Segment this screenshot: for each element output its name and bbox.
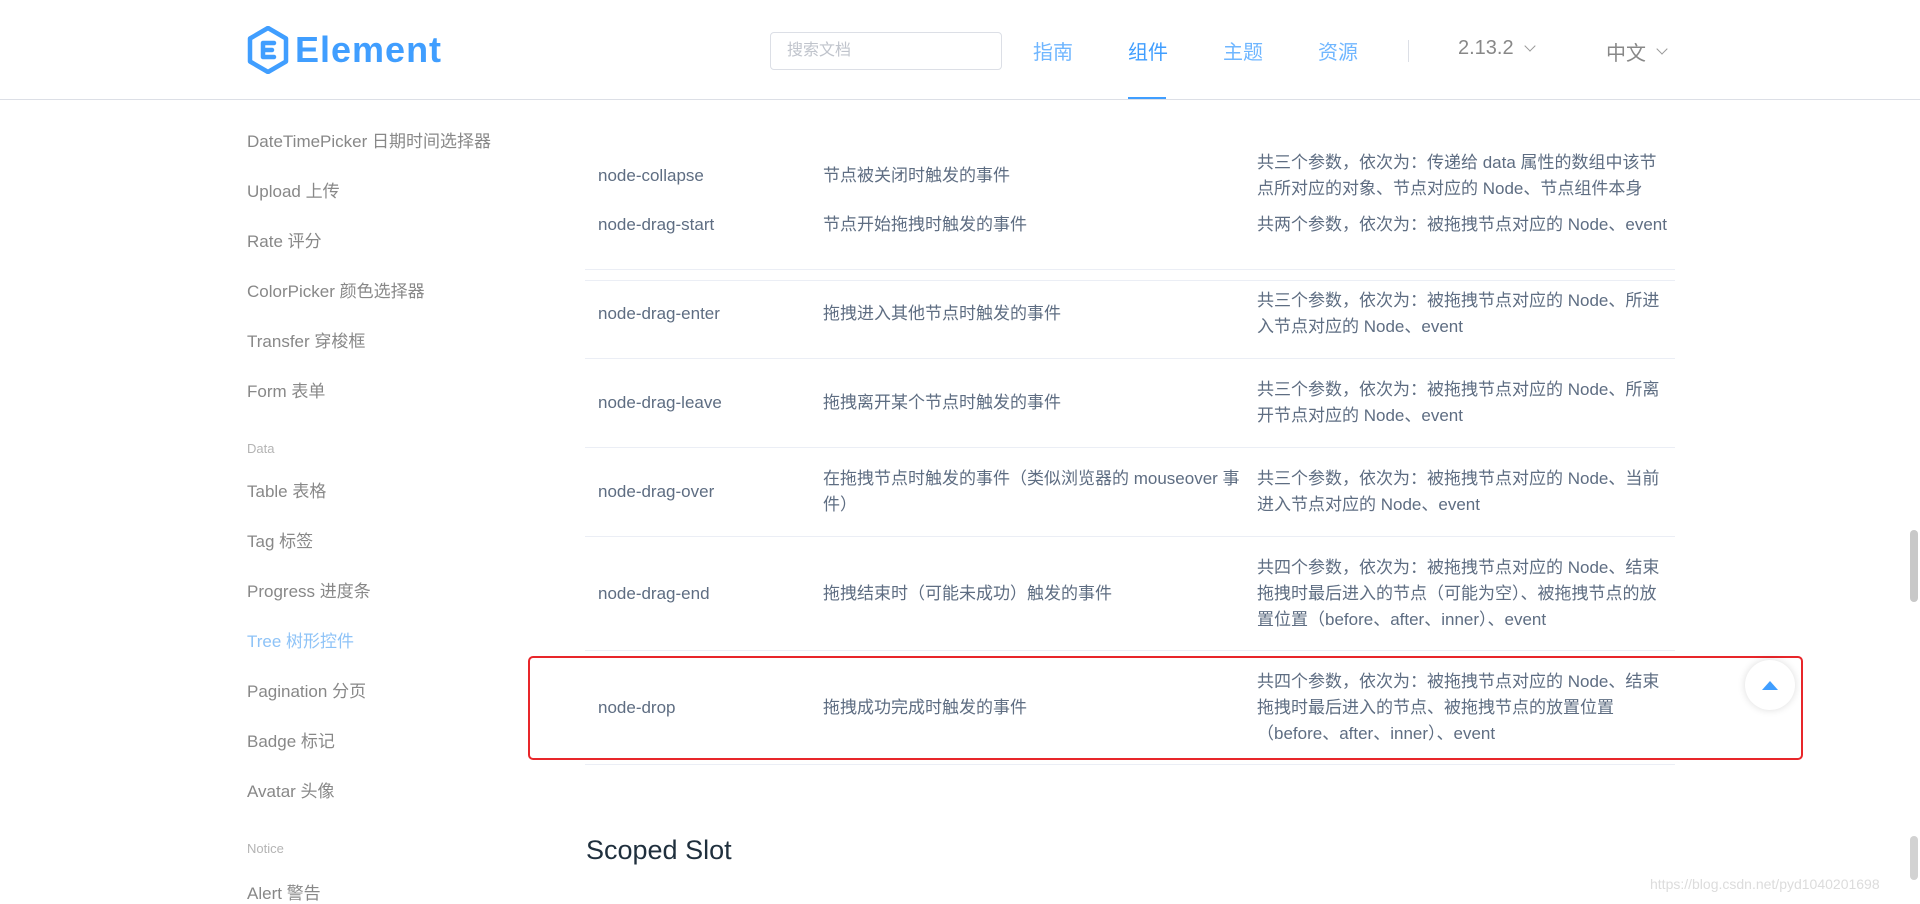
nav-guide[interactable]: 指南 xyxy=(1033,36,1073,65)
top-header: Element 指南 组件 主题 资源 2.13.2 中文 xyxy=(0,0,1920,100)
sidebar-item-alert[interactable]: Alert 警告 xyxy=(247,879,321,904)
nav-theme[interactable]: 主题 xyxy=(1223,36,1263,65)
event-params: 共四个参数，依次为：被拖拽节点对应的 Node、结束拖拽时最后进入的节点、被拖拽… xyxy=(1257,671,1660,743)
sidebar-group-data: Data xyxy=(247,441,275,456)
sidebar-item-upload[interactable]: Upload 上传 xyxy=(247,177,340,202)
chevron-down-icon xyxy=(1656,43,1668,55)
nav-divider xyxy=(1408,40,1409,62)
event-description: 拖拽离开某个节点时触发的事件 xyxy=(823,393,1061,412)
back-to-top-button[interactable] xyxy=(1745,660,1795,710)
search-input[interactable] xyxy=(770,32,1002,70)
nav-resource[interactable]: 资源 xyxy=(1318,36,1358,65)
table-row: node-drop 拖拽成功完成时触发的事件 共四个参数，依次为：被拖拽节点对应… xyxy=(585,651,1675,765)
watermark: https://blog.csdn.net/pyd1040201698 xyxy=(1650,876,1880,892)
section-title: Scoped Slot xyxy=(586,835,732,865)
event-params: 共三个参数，依次为：被拖拽节点对应的 Node、当前进入节点对应的 Node、e… xyxy=(1257,469,1660,514)
language-label: 中文 xyxy=(1606,43,1646,65)
language-dropdown[interactable]: 中文 xyxy=(1606,37,1668,66)
event-params: 共三个参数，依次为：被拖拽节点对应的 Node、所进入节点对应的 Node、ev… xyxy=(1257,291,1660,336)
sidebar-item-rate[interactable]: Rate 评分 xyxy=(247,227,322,252)
event-description: 节点开始拖拽时触发的事件 xyxy=(823,215,1027,234)
sidebar-item-badge[interactable]: Badge 标记 xyxy=(247,727,335,752)
active-nav-indicator xyxy=(1128,97,1166,99)
element-logo[interactable]: Element xyxy=(247,24,442,76)
table-row: node-drag-enter 拖拽进入其他节点时触发的事件 共三个参数，依次为… xyxy=(585,270,1675,359)
table-row: node-drag-over 在拖拽节点时触发的事件（类似浏览器的 mouseo… xyxy=(585,448,1675,537)
sidebar-item-colorpicker[interactable]: ColorPicker 颜色选择器 xyxy=(247,277,425,302)
sidebar-item-tag[interactable]: Tag 标签 xyxy=(247,527,313,552)
caret-up-icon xyxy=(1762,680,1778,690)
sidebar-item-datetimepicker[interactable]: DateTimePicker 日期时间选择器 xyxy=(247,127,491,152)
event-name: node-drag-end xyxy=(598,583,710,603)
event-description: 拖拽进入其他节点时触发的事件 xyxy=(823,304,1061,323)
element-logo-icon xyxy=(247,26,289,74)
event-name: node-drag-over xyxy=(598,482,715,501)
event-name: node-drag-start xyxy=(598,215,715,234)
event-params: 共两个参数，依次为：被拖拽节点对应的 Node、event xyxy=(1257,215,1667,234)
event-description: 在拖拽节点时触发的事件（类似浏览器的 mouseover 事件） xyxy=(823,469,1240,514)
sidebar-item-table[interactable]: Table 表格 xyxy=(247,477,326,502)
logo-text: Element xyxy=(295,29,443,70)
sidebar-item-tree[interactable]: Tree 树形控件 xyxy=(247,627,354,652)
sidebar-item-progress[interactable]: Progress 进度条 xyxy=(247,577,371,602)
event-name: node-drop xyxy=(598,697,676,717)
event-params: 共四个参数，依次为：被拖拽节点对应的 Node、结束拖拽时最后进入的节点（可能为… xyxy=(1257,557,1660,629)
event-params: 共三个参数，依次为：被拖拽节点对应的 Node、所离开节点对应的 Node、ev… xyxy=(1257,380,1660,425)
event-name: node-drag-leave xyxy=(598,393,722,412)
event-description: 拖拽成功完成时触发的事件 xyxy=(823,697,1027,717)
table-row: node-drag-start 节点开始拖拽时触发的事件 共两个参数，依次为：被… xyxy=(585,181,1675,270)
scrollbar-thumb[interactable] xyxy=(1910,530,1918,602)
version-label: 2.13.2 xyxy=(1458,37,1514,59)
sidebar-item-form[interactable]: Form 表单 xyxy=(247,377,325,402)
scrollbar-track[interactable] xyxy=(1910,836,1918,880)
table-row: node-drag-end 拖拽结束时（可能未成功）触发的事件 共四个参数，依次… xyxy=(585,537,1675,651)
sidebar-item-pagination[interactable]: Pagination 分页 xyxy=(247,677,366,702)
sidebar-item-transfer[interactable]: Transfer 穿梭框 xyxy=(247,327,365,352)
component-sidebar: DateTimePicker 日期时间选择器 Upload 上传 Rate 评分… xyxy=(0,100,540,903)
nav-component[interactable]: 组件 xyxy=(1128,36,1168,65)
event-name: node-drag-enter xyxy=(598,304,720,323)
chevron-down-icon xyxy=(1523,40,1536,52)
sidebar-item-avatar[interactable]: Avatar 头像 xyxy=(247,777,335,802)
event-description: 拖拽结束时（可能未成功）触发的事件 xyxy=(823,583,1112,603)
version-dropdown[interactable]: 2.13.2 xyxy=(1458,37,1536,60)
sidebar-group-notice: Notice xyxy=(247,841,284,856)
table-row: node-drag-leave 拖拽离开某个节点时触发的事件 共三个参数，依次为… xyxy=(585,359,1675,448)
